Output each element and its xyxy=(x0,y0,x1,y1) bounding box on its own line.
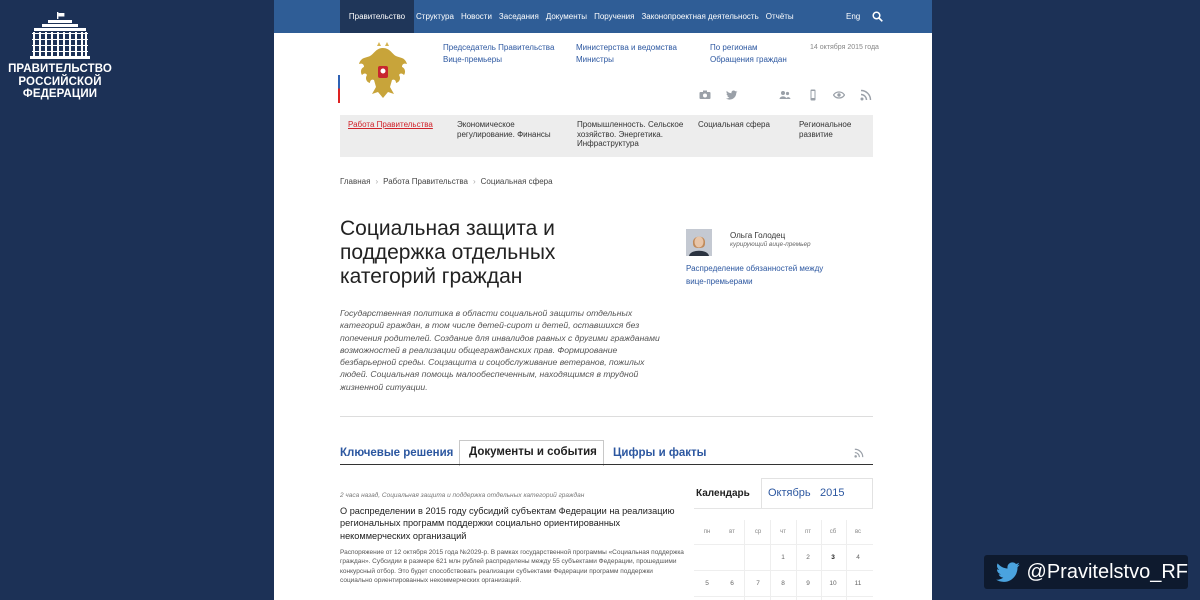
twitter-handle: @Pravitelstvo_RF xyxy=(1026,560,1188,583)
link-ministers[interactable]: Министры xyxy=(576,55,614,64)
calendar-day[interactable]: 11 xyxy=(848,580,868,587)
calendar-grid-line xyxy=(846,520,847,600)
page-description: Государственная политика в области социа… xyxy=(340,308,660,392)
weekday-tue: вт xyxy=(729,529,735,535)
top-navigation: Правительство России Структура Новости З… xyxy=(274,0,932,54)
calendar-year[interactable]: 2015 xyxy=(820,487,844,499)
tab-figures-facts[interactable]: Цифры и факты xyxy=(613,447,707,459)
calendar-grid-line xyxy=(694,596,873,597)
calendar-day[interactable]: 9 xyxy=(798,580,818,587)
nav-item-meetings[interactable]: Заседания xyxy=(499,12,539,21)
link-vice-premiers[interactable]: Вице-премьеры xyxy=(443,55,502,64)
calendar-day[interactable]: 6 xyxy=(722,580,742,587)
weekday-fri: пт xyxy=(805,529,811,535)
nav-item-reports[interactable]: Отчёты xyxy=(766,12,794,21)
twitter-badge[interactable]: @Pravitelstvo_RF xyxy=(984,555,1188,589)
breadcrumb-social[interactable]: Социальная сфера xyxy=(481,177,553,186)
twitter-icon[interactable] xyxy=(726,89,738,101)
calendar-grid-line xyxy=(694,544,873,545)
calendar-grid-line xyxy=(744,520,745,600)
nav-items: Структура Новости Заседания Документы По… xyxy=(416,0,801,33)
calendar: Календарь Октябрь 2015 пн вт ср чт пт сб… xyxy=(694,478,873,600)
person-name[interactable]: Ольга Голодец xyxy=(730,231,785,240)
calendar-day[interactable]: 5 xyxy=(697,580,717,587)
category-bar: Работа Правительства Экономическое регул… xyxy=(340,115,873,157)
mobile-icon[interactable] xyxy=(807,89,819,101)
calendar-grid-line xyxy=(694,570,873,571)
weekday-sun: вс xyxy=(854,529,862,535)
category-economy[interactable]: Экономическое регулирование. Финансы xyxy=(457,120,551,139)
breadcrumb-separator: › xyxy=(472,177,476,186)
nav-home[interactable]: Правительство России xyxy=(340,0,414,54)
category-government-work[interactable]: Работа Правительства xyxy=(348,120,433,130)
camera-icon[interactable] xyxy=(699,89,711,101)
tab-documents-events[interactable]: Документы и события xyxy=(469,446,597,458)
coat-of-arms-icon[interactable] xyxy=(358,42,408,102)
tab-key-decisions[interactable]: Ключевые решения xyxy=(340,447,453,459)
news-body: Распоряжение от 12 октября 2015 года №20… xyxy=(340,549,684,584)
news-title[interactable]: О распределении в 2015 году субсидий суб… xyxy=(340,505,685,542)
link-chairman[interactable]: Председатель Правительства xyxy=(443,43,554,52)
rss-icon[interactable] xyxy=(860,89,872,101)
weekday-sat: сб xyxy=(829,529,837,535)
calendar-grid-line xyxy=(821,520,822,600)
tab-underline xyxy=(340,464,873,465)
calendar-day[interactable]: 7 xyxy=(748,580,768,587)
breadcrumb-separator: › xyxy=(375,177,379,186)
page-title: Социальная защита и поддержка отдельных … xyxy=(340,217,556,288)
calendar-day[interactable]: 2 xyxy=(798,554,818,561)
category-industry[interactable]: Промышленность. Сельское хозяйство. Энер… xyxy=(577,120,683,149)
government-logo[interactable]: ПРАВИТЕЛЬСТВО РОССИЙСКОЙ ФЕДЕРАЦИИ xyxy=(0,0,120,110)
person-photo-icon xyxy=(686,229,712,256)
language-switch[interactable]: Eng xyxy=(846,12,860,21)
flag-stripe xyxy=(338,61,340,103)
rss-icon[interactable] xyxy=(854,448,864,458)
calendar-day[interactable]: 3 xyxy=(823,554,843,561)
weekday-mon: пн xyxy=(703,529,711,535)
link-ministries[interactable]: Министерства и ведомства xyxy=(576,43,677,52)
calendar-month[interactable]: Октябрь xyxy=(768,487,811,499)
twitter-bird-icon xyxy=(996,562,1020,582)
calendar-day[interactable]: 8 xyxy=(773,580,793,587)
government-logo-text: ПРАВИТЕЛЬСТВО РОССИЙСКОЙ ФЕДЕРАЦИИ xyxy=(8,63,112,100)
people-icon[interactable] xyxy=(779,89,791,101)
calendar-day[interactable]: 4 xyxy=(848,554,868,561)
nav-item-documents[interactable]: Документы xyxy=(546,12,587,21)
avatar[interactable] xyxy=(686,229,712,256)
calendar-day[interactable]: 10 xyxy=(823,580,843,587)
nav-item-news[interactable]: Новости xyxy=(461,12,492,21)
link-regions[interactable]: По регионам xyxy=(710,43,758,52)
nav-item-instructions[interactable]: Поручения xyxy=(594,12,634,21)
eye-icon[interactable] xyxy=(833,89,845,101)
breadcrumb-home[interactable]: Главная xyxy=(340,177,370,186)
nav-item-structure[interactable]: Структура xyxy=(416,12,454,21)
category-regional[interactable]: Региональное развитие xyxy=(799,120,851,139)
nav-item-legislation[interactable]: Законопроектная деятельность xyxy=(641,12,758,21)
page-content: Правительство России Структура Новости З… xyxy=(274,0,932,600)
category-social[interactable]: Социальная сфера xyxy=(698,120,770,130)
breadcrumb-government-work[interactable]: Работа Правительства xyxy=(383,177,468,186)
calendar-title: Календарь xyxy=(696,488,750,499)
breadcrumb: Главная › Работа Правительства › Социальная … xyxy=(340,177,553,186)
calendar-grid-line xyxy=(796,520,797,600)
calendar-day[interactable]: 1 xyxy=(773,554,793,561)
link-citizen-appeals[interactable]: Обращения граждан xyxy=(710,55,787,64)
search-icon[interactable] xyxy=(872,11,883,22)
duties-link[interactable]: Распределение обязанностей между вице-пр… xyxy=(686,263,826,288)
person-role: курирующий вице-премьер xyxy=(730,241,811,248)
weekday-thu: чт xyxy=(780,529,786,535)
news-meta: 2 часа назад, Социальная защита и поддер… xyxy=(340,492,585,499)
government-building-icon xyxy=(30,12,90,59)
weekday-wed: ср xyxy=(754,529,762,535)
current-date: 14 октября 2015 года xyxy=(810,44,879,51)
calendar-grid-line xyxy=(770,520,771,600)
divider xyxy=(340,416,873,417)
